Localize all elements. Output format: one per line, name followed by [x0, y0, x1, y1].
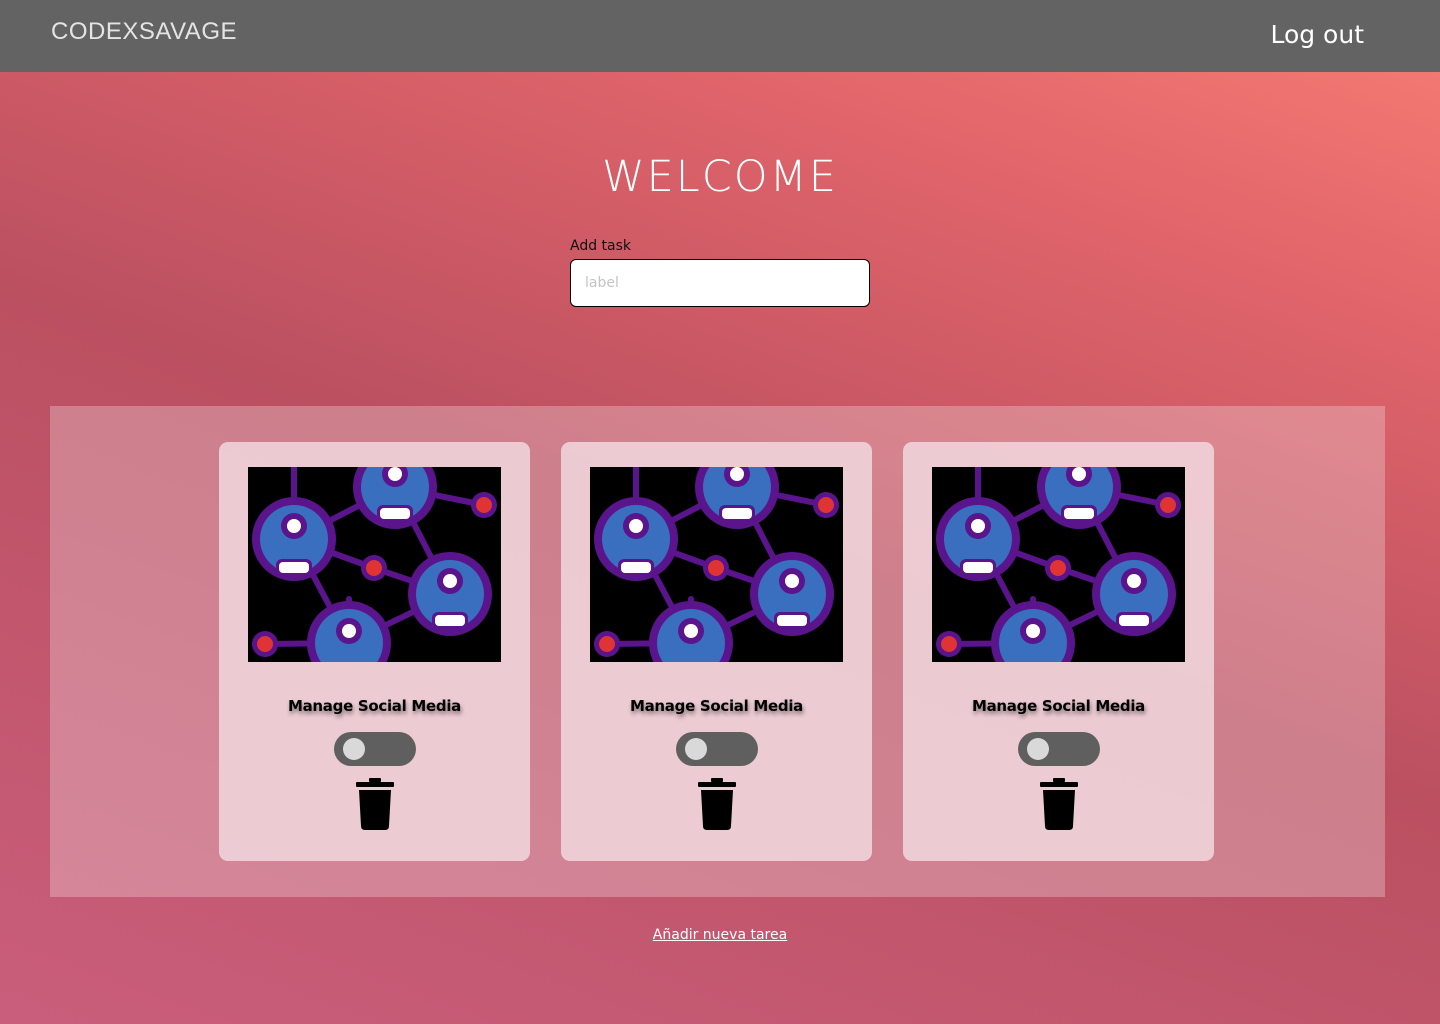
- add-task-label: Add task: [570, 238, 632, 254]
- tasks-panel: Manage Social Media Manage Social Media …: [50, 406, 1385, 897]
- task-title: Manage Social Media: [971, 697, 1145, 715]
- task-complete-toggle[interactable]: [676, 732, 758, 766]
- social-network-icon: [932, 467, 1185, 662]
- trash-icon[interactable]: [1040, 778, 1078, 830]
- toggle-knob: [685, 738, 707, 760]
- brand-logo[interactable]: CODEXSAVAGE: [51, 18, 237, 46]
- task-complete-toggle[interactable]: [1018, 732, 1100, 766]
- add-new-task-link[interactable]: Añadir nueva tarea: [0, 927, 1440, 943]
- task-card: Manage Social Media: [561, 442, 872, 861]
- task-card: Manage Social Media: [903, 442, 1214, 861]
- add-task-input[interactable]: [570, 259, 870, 307]
- page-title: WELCOME: [602, 152, 838, 202]
- task-complete-toggle[interactable]: [334, 732, 416, 766]
- social-network-icon: [590, 467, 843, 662]
- social-network-icon: [248, 467, 501, 662]
- toggle-knob: [1027, 738, 1049, 760]
- task-card: Manage Social Media: [219, 442, 530, 861]
- task-title: Manage Social Media: [287, 697, 461, 715]
- top-navbar: CODEXSAVAGE Log out: [0, 0, 1440, 72]
- task-title: Manage Social Media: [629, 697, 803, 715]
- trash-icon[interactable]: [698, 778, 736, 830]
- toggle-knob: [343, 738, 365, 760]
- logout-button[interactable]: Log out: [1270, 20, 1364, 49]
- trash-icon[interactable]: [356, 778, 394, 830]
